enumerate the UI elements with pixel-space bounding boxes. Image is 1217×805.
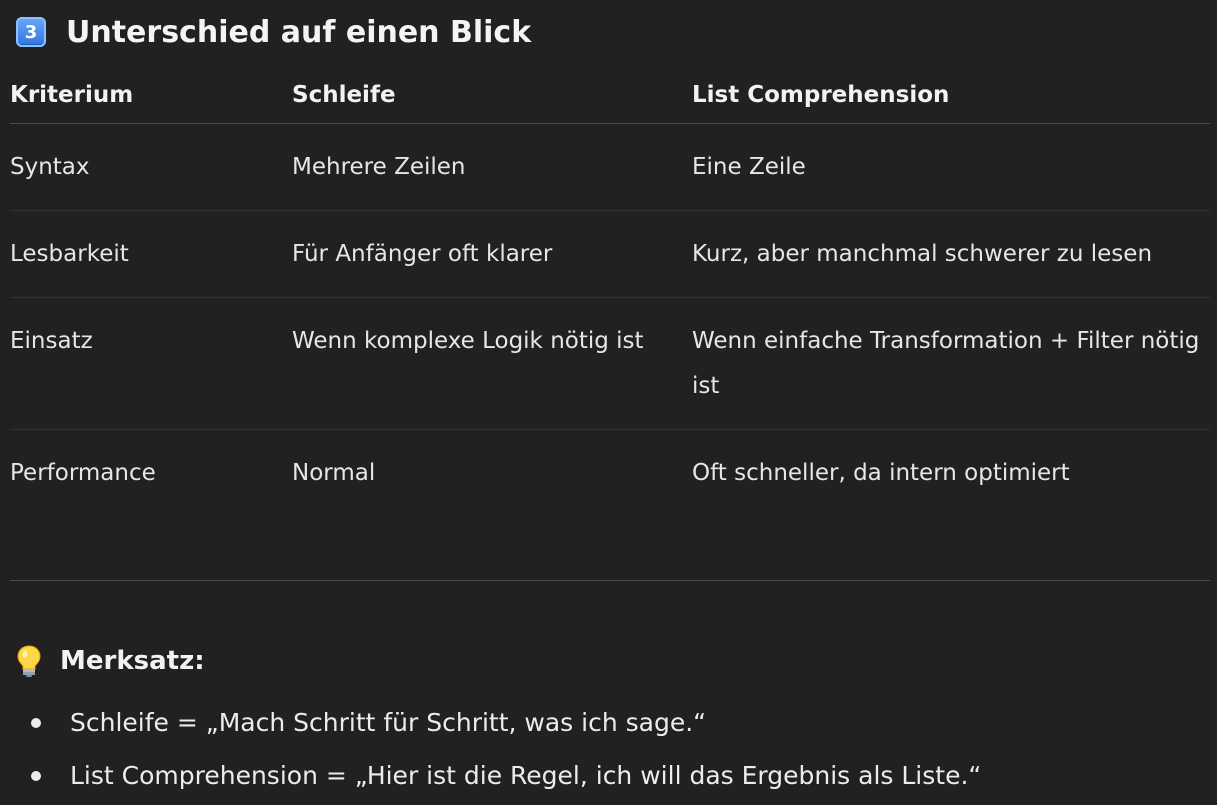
merksatz-list: Schleife = „Mach Schritt für Schritt, wa…	[0, 696, 981, 802]
table-cell: Syntax	[10, 123, 292, 211]
section-title: Unterschied auf einen Blick	[66, 14, 532, 50]
table-cell: Lesbarkeit	[10, 210, 292, 298]
table-row: Syntax Mehrere Zeilen Eine Zeile	[10, 123, 1210, 211]
table-cell: Performance	[10, 460, 156, 486]
horizontal-divider	[10, 580, 1210, 581]
table-cell: Mehrere Zeilen	[292, 123, 692, 211]
table-cell: Für Anfänger oft klarer	[292, 210, 692, 298]
bullet-icon	[31, 771, 41, 781]
list-item-text: Schleife = „Mach Schritt für Schritt, wa…	[70, 708, 707, 737]
list-item: Schleife = „Mach Schritt für Schritt, wa…	[0, 696, 981, 749]
table-row: Einsatz Wenn komplexe Logik nötig ist We…	[10, 297, 1210, 430]
comparison-table: Kriterium Schleife List Comprehension Sy…	[10, 66, 1210, 516]
lightbulb-icon	[17, 645, 41, 677]
table-row: Performance Normal Oft schneller, da int…	[10, 430, 1210, 517]
table-cell: Wenn einfache Transformation + Filter nö…	[692, 297, 1210, 430]
table-cell: Normal	[292, 460, 376, 486]
merksatz-title: Merksatz:	[60, 646, 205, 676]
column-header-loop: Schleife	[292, 66, 692, 124]
table-cell: Wenn komplexe Logik nötig ist	[292, 297, 692, 430]
table-cell: Kurz, aber manchmal schwerer zu lesen	[692, 210, 1210, 298]
keycap-three-icon: 3	[16, 17, 46, 47]
table-cell: Oft schneller, da intern optimiert	[692, 460, 1070, 486]
list-item-text: List Comprehension = „Hier ist die Regel…	[70, 761, 982, 790]
column-header-criterion: Kriterium	[10, 66, 292, 124]
column-header-list-comprehension: List Comprehension	[692, 66, 1210, 124]
table-header-row: Kriterium Schleife List Comprehension	[10, 66, 1210, 124]
list-item: List Comprehension = „Hier ist die Regel…	[0, 749, 981, 802]
table-cell: Einsatz	[10, 297, 292, 430]
bullet-icon	[31, 718, 41, 728]
section-heading: 3 Unterschied auf einen Blick	[16, 12, 531, 52]
table-cell: Eine Zeile	[692, 123, 1210, 211]
merksatz-heading: Merksatz:	[16, 644, 205, 678]
page: 3 Unterschied auf einen Blick Kriterium …	[0, 0, 1217, 805]
table-row: Lesbarkeit Für Anfänger oft klarer Kurz,…	[10, 210, 1210, 298]
